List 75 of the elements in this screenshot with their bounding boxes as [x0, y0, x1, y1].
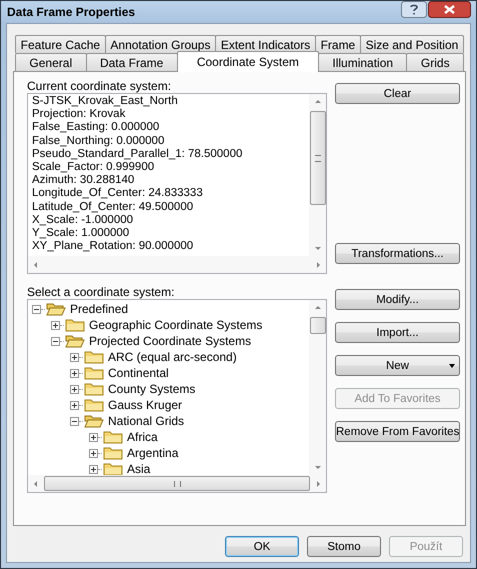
collapse-icon[interactable]	[32, 304, 41, 314]
button[interactable]: Remove From Favorites	[335, 421, 460, 442]
folder-icon	[84, 350, 104, 364]
tree-item[interactable]: National Grids	[108, 414, 184, 428]
text-line: Latitude_Of_Center: 49.500000	[32, 200, 194, 214]
text-line: Azimuth: 30.288140	[32, 174, 136, 188]
tab[interactable]: Coordinate System	[176, 51, 319, 72]
text-line: Y_Scale: 1.000000	[32, 227, 130, 240]
tab[interactable]: Grids	[406, 53, 464, 71]
expand-icon[interactable]	[70, 352, 79, 362]
scrollbar-thumb[interactable]	[310, 111, 326, 205]
tree-item[interactable]: ARC (equal arc-second)	[108, 350, 237, 364]
expand-icon[interactable]	[89, 432, 98, 442]
folder-icon	[103, 446, 123, 460]
horizontal-scrollbar[interactable]	[28, 475, 326, 492]
tab[interactable]: Illumination	[318, 53, 408, 71]
tree-item[interactable]: Predefined	[70, 302, 128, 316]
text-line: Pseudo_Standard_Parallel_1: 78.500000	[32, 148, 244, 162]
folder-icon	[84, 366, 104, 380]
button[interactable]: Import...	[335, 322, 460, 343]
section-label: Select a coordinate system:	[27, 286, 176, 301]
button[interactable]: OK	[225, 536, 299, 557]
text-line: S-JTSK_Krovak_East_North	[32, 95, 179, 108]
horizontal-scrollbar[interactable]	[28, 256, 326, 273]
open-folder-icon	[65, 334, 85, 348]
scrollbar-thumb[interactable]	[310, 317, 326, 334]
open-folder-icon	[84, 414, 104, 428]
tree-item[interactable]: Gauss Kruger	[108, 398, 182, 412]
tree-item[interactable]: Projected Coordinate Systems	[89, 334, 252, 348]
tab[interactable]: Data Frame	[86, 53, 178, 71]
tree-item[interactable]: Continental	[108, 366, 169, 380]
text-line: False_Northing: 0.000000	[32, 134, 166, 148]
section-label: Current coordinate system:	[27, 80, 172, 95]
open-folder-icon	[46, 302, 66, 316]
window-title: Data Frame Properties	[6, 5, 136, 19]
expand-icon[interactable]	[51, 320, 60, 330]
folder-icon	[103, 462, 123, 476]
tab[interactable]: General	[15, 53, 87, 71]
collapse-icon[interactable]	[51, 336, 60, 346]
expand-icon[interactable]	[89, 448, 98, 458]
menu-button[interactable]: New	[335, 355, 460, 376]
tab[interactable]: Annotation Groups	[104, 35, 216, 53]
tree-item[interactable]: Asia	[127, 462, 150, 476]
tree-item[interactable]: County Systems	[108, 382, 196, 396]
button[interactable]: Modify...	[335, 289, 460, 310]
tab[interactable]: Feature Cache	[15, 35, 106, 53]
expand-icon[interactable]	[70, 368, 79, 378]
folder-icon	[103, 430, 123, 444]
text-line: X_Scale: -1.000000	[32, 214, 134, 228]
text-line: Scale_Factor: 0.999900	[32, 161, 156, 174]
button[interactable]: Stomo	[307, 536, 381, 557]
text-line: False_Easting: 0.000000	[32, 121, 160, 135]
caret-icon	[449, 364, 455, 368]
folder-icon	[65, 318, 85, 332]
expand-icon[interactable]	[70, 384, 79, 394]
scrollbar-thumb[interactable]	[44, 476, 310, 491]
tab[interactable]: Size and Position	[360, 35, 464, 53]
text-line: XY_Plane_Rotation: 90.000000	[32, 240, 194, 254]
folder-icon	[84, 398, 104, 412]
tab[interactable]: Frame	[314, 35, 361, 53]
tree-item[interactable]: Africa	[127, 430, 158, 444]
collapse-icon[interactable]	[70, 416, 79, 426]
expand-icon[interactable]	[89, 464, 98, 474]
help-icon[interactable]	[401, 1, 427, 18]
expand-icon[interactable]	[70, 400, 79, 410]
vertical-scrollbar[interactable]	[309, 300, 326, 475]
folder-icon	[84, 382, 104, 396]
tree-item[interactable]: Geographic Coordinate Systems	[89, 318, 262, 332]
text-line: Projection: Krovak	[32, 108, 126, 122]
vertical-scrollbar[interactable]	[309, 94, 326, 256]
button[interactable]: Clear	[335, 83, 460, 104]
button[interactable]: Transformations...	[335, 243, 460, 264]
close-icon[interactable]	[428, 1, 471, 18]
text-line: Longitude_Of_Center: 24.833333	[32, 187, 204, 201]
tree-item[interactable]: Argentina	[127, 446, 178, 460]
